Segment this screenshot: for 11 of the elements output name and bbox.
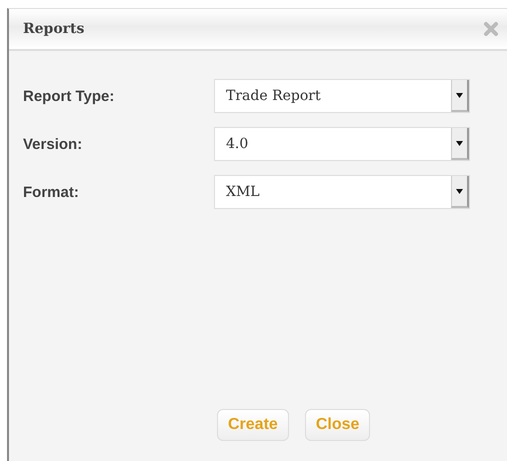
close-icon[interactable] [483, 21, 499, 37]
dropdown-field[interactable]: 4.0 [214, 127, 470, 161]
dropdown-field[interactable]: Trade Report [214, 79, 470, 113]
caret-icon [456, 188, 463, 194]
dropdown-field[interactable]: XML [214, 175, 470, 209]
dialog-title: Reports [23, 21, 84, 37]
field-label: Format: [23, 184, 80, 200]
field-label: Report Type: [23, 88, 116, 104]
caret-icon [456, 140, 463, 146]
field-label: Version: [23, 136, 84, 152]
caret-icon [456, 92, 463, 98]
